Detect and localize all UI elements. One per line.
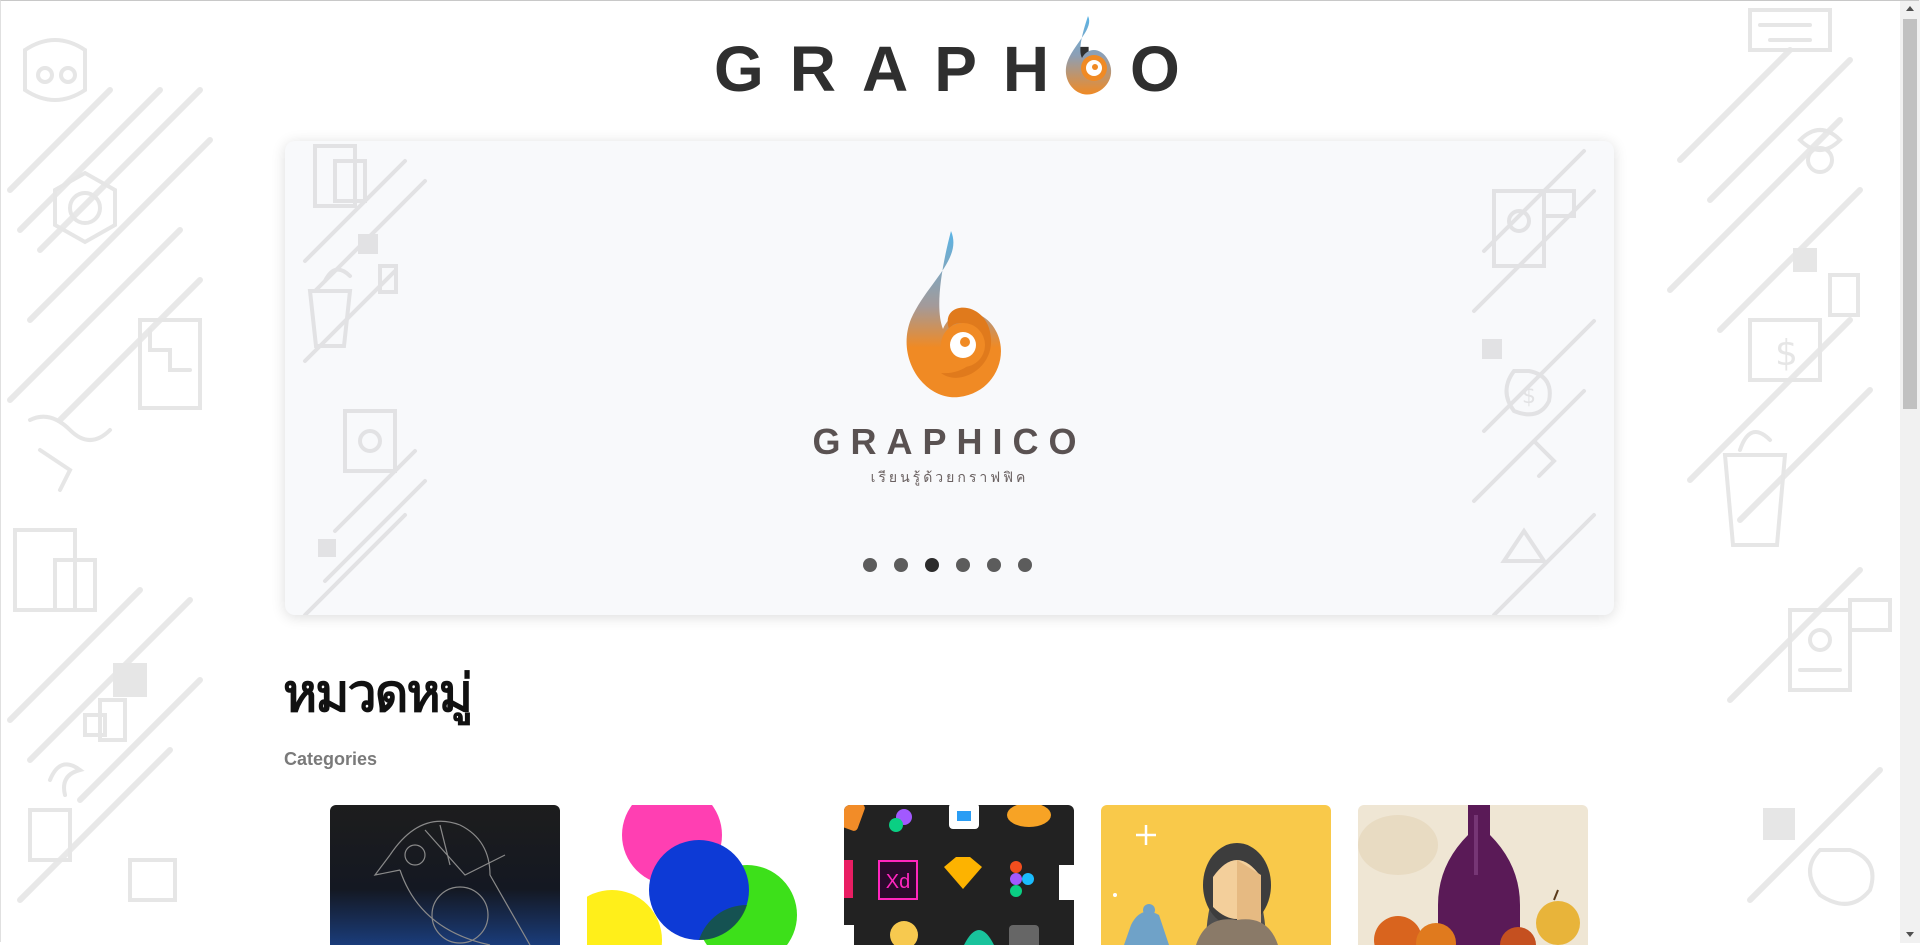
slider-dot-3[interactable] (925, 558, 939, 572)
xd-icon-label: Xd (886, 871, 910, 893)
app-icons-thumbnail: Xd (844, 805, 1074, 945)
svg-text:$: $ (1522, 384, 1536, 409)
slider-dot-4[interactable] (956, 558, 970, 572)
site-logo[interactable]: GRAPHI O (714, 14, 1184, 104)
left-decorative-pattern (0, 0, 250, 943)
categories-subtitle: Categories (284, 749, 378, 769)
right-decorative-pattern: $ (1650, 0, 1900, 943)
character-illustration-thumbnail (1101, 805, 1331, 945)
hero-title: GRAPHICO (812, 421, 1087, 462)
hero-left-pattern (303, 144, 427, 615)
logo-text-right: O (1130, 33, 1180, 105)
category-card-app-icons[interactable]: Xd (844, 805, 1074, 945)
slider-dots (863, 558, 1032, 572)
svg-text:$: $ (1775, 333, 1798, 374)
category-card-watercolor-painting[interactable] (1358, 805, 1588, 945)
slider-dot-5[interactable] (987, 558, 1001, 572)
color-circles-thumbnail (587, 805, 817, 945)
categories-title: หมวดหมู่ (283, 664, 473, 724)
vertical-scrollbar[interactable] (1900, 0, 1920, 943)
category-card-color-circles[interactable] (587, 805, 817, 945)
category-card-character-illustration[interactable] (1101, 805, 1331, 945)
site-header: GRAPHI O (0, 0, 1900, 120)
scrollbar-thumb[interactable] (1903, 19, 1917, 409)
vector-bird-thumbnail (330, 805, 560, 945)
hero-slider[interactable]: $ GRAPHICO เรียนรู้ด้วยกราฟฟิค (285, 141, 1614, 615)
triangle-up-icon (1906, 6, 1914, 11)
hero-subtitle: เรียนรู้ด้วยกราฟฟิค (870, 470, 1029, 486)
slider-dot-2[interactable] (894, 558, 908, 572)
scroll-down-button[interactable] (1900, 926, 1920, 943)
hero-right-pattern: $ (1472, 149, 1596, 615)
slider-dot-6[interactable] (1018, 558, 1032, 572)
scroll-up-button[interactable] (1900, 0, 1920, 17)
hero-flame-icon (906, 231, 1001, 398)
watercolor-painting-thumbnail (1358, 805, 1588, 945)
category-card-vector-bird[interactable] (330, 805, 560, 945)
triangle-down-icon (1906, 932, 1914, 937)
flame-logo-icon (1065, 16, 1112, 95)
slider-dot-1[interactable] (863, 558, 877, 572)
